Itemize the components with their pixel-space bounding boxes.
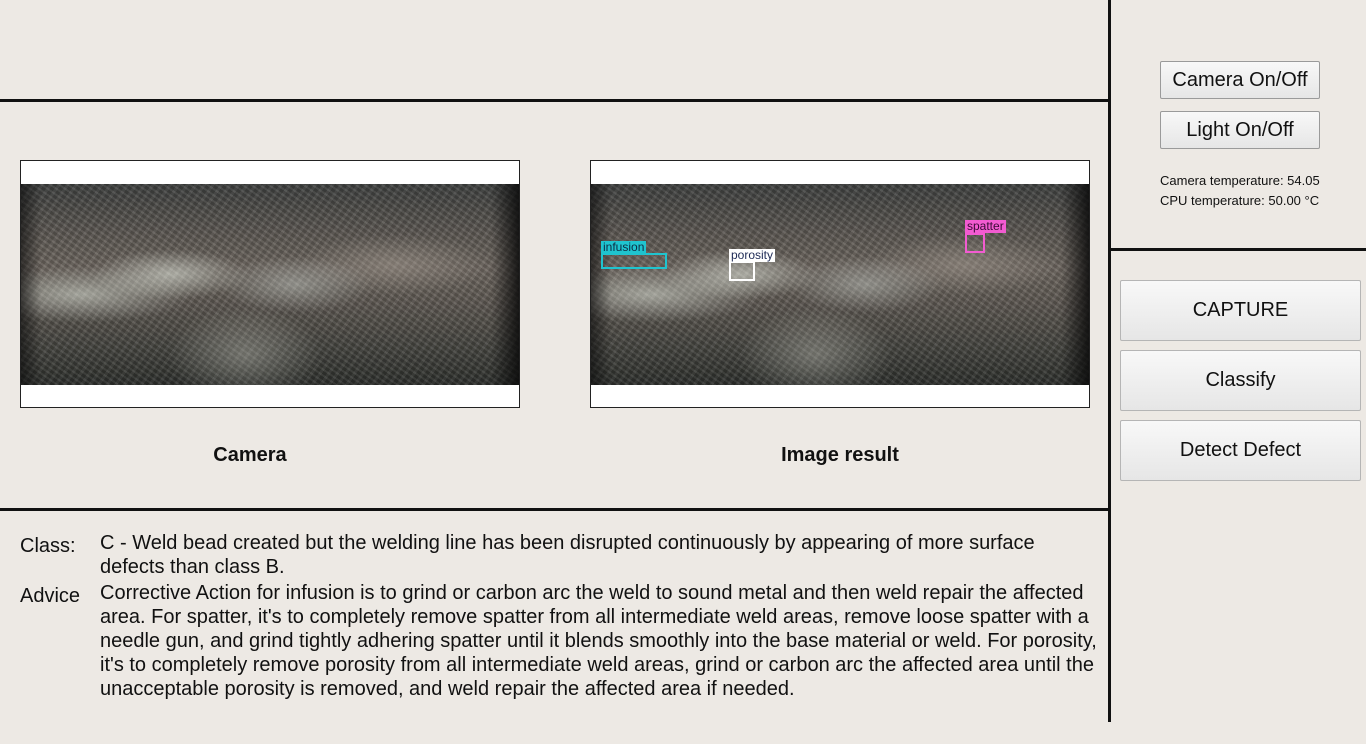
middle-divider — [0, 508, 1110, 511]
infusion-tag: infusion — [601, 240, 647, 254]
porosity-tag: porosity — [729, 248, 776, 262]
sidebar-section-divider — [1110, 248, 1366, 251]
sidebar-divider — [1108, 0, 1111, 722]
result-image — [591, 184, 1089, 385]
advice-label: Advice — [20, 585, 81, 607]
light-toggle-button[interactable]: Light On/Off — [1160, 111, 1320, 149]
camera-label: Camera — [213, 444, 287, 466]
classify-button[interactable]: Classify — [1120, 350, 1361, 411]
camera-preview — [20, 160, 520, 408]
detect-defect-button[interactable]: Detect Defect — [1120, 420, 1361, 481]
advice-text: Corrective Action for infusion is to gri… — [100, 582, 1097, 700]
result-preview: infusion porosity spatter — [590, 160, 1090, 408]
infusion-box — [601, 253, 667, 269]
top-divider — [0, 99, 1110, 102]
class-text: C - Weld bead created but the welding li… — [100, 532, 1035, 578]
spatter-tag: spatter — [965, 219, 1006, 233]
porosity-box — [729, 261, 755, 281]
camera-toggle-button[interactable]: Camera On/Off — [1160, 61, 1320, 99]
cpu-temperature: CPU temperature: 50.00 °C — [1160, 193, 1320, 208]
result-label: Image result — [781, 444, 899, 466]
camera-temperature: Camera temperature: 54.05 — [1160, 173, 1320, 188]
class-label: Class: — [20, 535, 76, 557]
capture-button[interactable]: CAPTURE — [1120, 280, 1361, 341]
spatter-box — [965, 233, 985, 253]
camera-image — [21, 184, 519, 385]
